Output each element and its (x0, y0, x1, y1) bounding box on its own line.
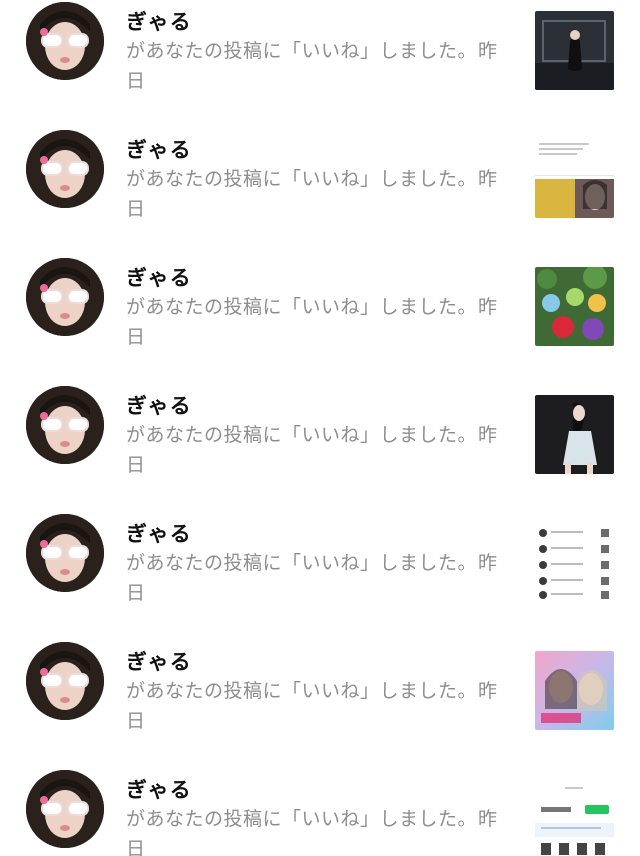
notification-row[interactable]: ぎゃる があなたの投稿に「いいね」しました。 昨 日 (0, 512, 640, 640)
notification-row[interactable]: ぎゃる があなたの投稿に「いいね」しました。 昨 日 (0, 640, 640, 768)
post-thumbnail[interactable] (535, 267, 614, 346)
timestamp-second-char: 日 (126, 70, 146, 92)
timestamp-second-char: 日 (126, 198, 146, 220)
username[interactable]: ぎゃる (126, 134, 192, 164)
avatar-image (26, 258, 104, 336)
notification-row[interactable]: ぎゃる があなたの投稿に「いいね」しました。 昨 日 (0, 256, 640, 384)
avatar[interactable] (26, 514, 104, 592)
avatar[interactable] (26, 386, 104, 464)
notification-message: があなたの投稿に「いいね」しました。 (126, 40, 478, 62)
avatar-image (26, 514, 104, 592)
timestamp-first-char: 昨 (478, 40, 498, 62)
timestamp-second-char: 日 (126, 326, 146, 348)
timestamp-second-char: 日 (126, 710, 146, 732)
notification-row[interactable]: ぎゃる があなたの投稿に「いいね」しました。 昨 日 (0, 768, 640, 856)
post-thumbnail[interactable] (535, 139, 614, 218)
avatar-image (26, 130, 104, 208)
username[interactable]: ぎゃる (126, 390, 192, 420)
timestamp-second-char: 日 (126, 838, 146, 856)
avatar-image (26, 770, 104, 848)
shopping-page-screenshot (535, 779, 614, 856)
notification-message: があなたの投稿に「いいね」しました。 (126, 680, 478, 702)
notification-message: があなたの投稿に「いいね」しました。 (126, 424, 478, 446)
avatar-image (26, 642, 104, 720)
post-thumbnail[interactable] (535, 779, 614, 856)
post-thumbnail[interactable] (535, 523, 614, 602)
avatar[interactable] (26, 2, 104, 80)
timestamp-first-char: 昨 (478, 808, 498, 830)
timestamp-second-char: 日 (126, 582, 146, 604)
avatar-image (26, 2, 104, 80)
timestamp-first-char: 昨 (478, 424, 498, 446)
notification-list-screenshot (535, 523, 614, 602)
notification-message: があなたの投稿に「いいね」しました。 (126, 168, 478, 190)
dark-room-dancer-photo (535, 11, 614, 90)
post-thumbnail[interactable] (535, 395, 614, 474)
notification-row[interactable]: ぎゃる があなたの投稿に「いいね」しました。 昨 日 (0, 0, 640, 128)
username[interactable]: ぎゃる (126, 518, 192, 548)
notification-message: があなたの投稿に「いいね」しました。 (126, 552, 478, 574)
plush-toys-photo (535, 267, 614, 346)
notification-feed: ぎゃる があなたの投稿に「いいね」しました。 昨 日 ぎゃる があなたの投稿に「… (0, 0, 640, 856)
timestamp-first-char: 昨 (478, 552, 498, 574)
avatar[interactable] (26, 258, 104, 336)
avatar[interactable] (26, 642, 104, 720)
notification-message: があなたの投稿に「いいね」しました。 (126, 296, 478, 318)
timestamp-first-char: 昨 (478, 680, 498, 702)
post-thumbnail[interactable] (535, 651, 614, 730)
username[interactable]: ぎゃる (126, 6, 192, 36)
notification-row[interactable]: ぎゃる があなたの投稿に「いいね」しました。 昨 日 (0, 384, 640, 512)
dancer-white-dress-photo (535, 395, 614, 474)
username[interactable]: ぎゃる (126, 262, 192, 292)
timestamp-first-char: 昨 (478, 296, 498, 318)
notification-row[interactable]: ぎゃる があなたの投稿に「いいね」しました。 昨 日 (0, 128, 640, 256)
notification-message: があなたの投稿に「いいね」しました。 (126, 808, 478, 830)
post-thumbnail[interactable] (535, 11, 614, 90)
timestamp-first-char: 昨 (478, 168, 498, 190)
timestamp-second-char: 日 (126, 454, 146, 476)
app-screenshot-portrait (535, 139, 614, 218)
username[interactable]: ぎゃる (126, 646, 192, 676)
username[interactable]: ぎゃる (126, 774, 192, 804)
drama-poster (535, 651, 614, 730)
avatar[interactable] (26, 130, 104, 208)
avatar-image (26, 386, 104, 464)
avatar[interactable] (26, 770, 104, 848)
